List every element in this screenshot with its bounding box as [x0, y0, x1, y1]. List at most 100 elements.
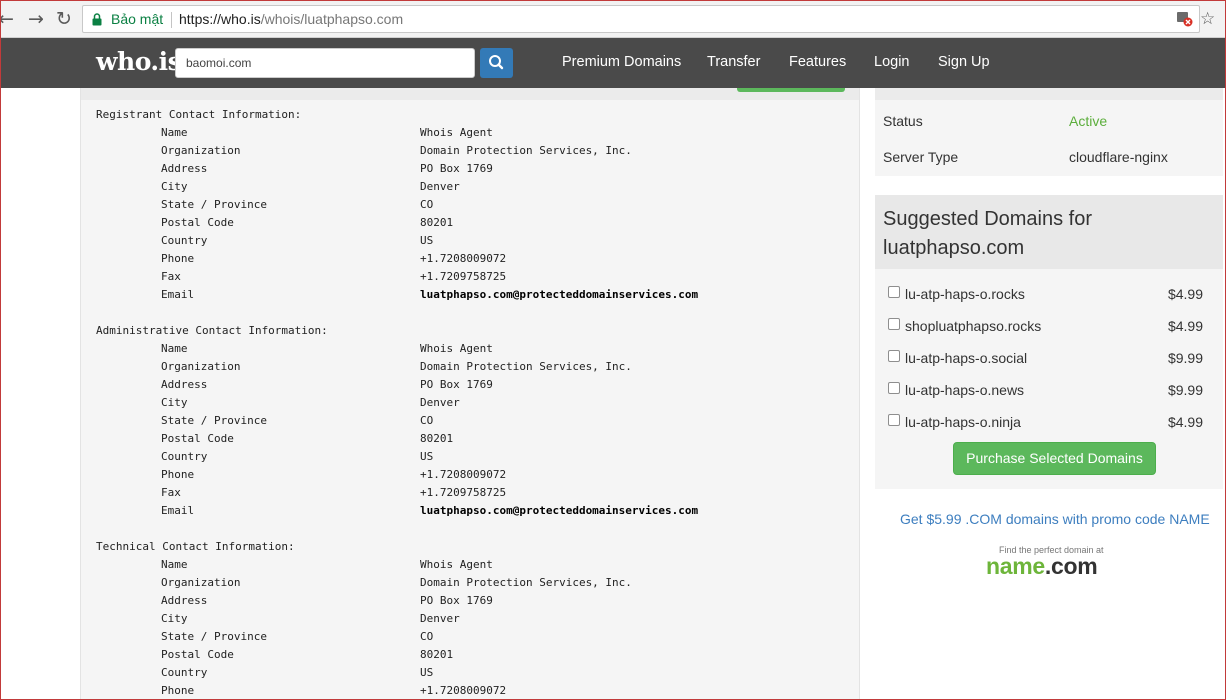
search-icon — [489, 55, 504, 70]
suggested-domain-item[interactable]: lu-atp-haps-o.social $9.99 — [887, 350, 1203, 370]
field-label: Postal Code — [161, 216, 234, 229]
nav-premium-domains[interactable]: Premium Domains — [562, 54, 681, 70]
technical-fields: Name Whois Agent Organization Domain Protec… — [96, 556, 632, 700]
bookmark-star-icon[interactable]: ☆ — [1200, 9, 1215, 29]
secure-label: Bảo mật — [111, 11, 164, 27]
status-value: Active — [1069, 113, 1108, 129]
whois-field-row: Organization Domain Protection Services, … — [96, 358, 632, 376]
purchase-selected-domains-button[interactable]: Purchase Selected Domains — [953, 442, 1156, 475]
domain-checkbox[interactable] — [888, 318, 900, 330]
address-bar[interactable]: Bảo mật https://who.is/whois/luatphapso.… — [82, 5, 1215, 33]
whois-field-row: State / Province CO — [96, 628, 433, 646]
field-label: City — [161, 180, 188, 193]
suggested-domains-title: Suggested Domains for luatphapso.com — [883, 205, 1203, 263]
suggested-domain-item[interactable]: lu-atp-haps-o.rocks $4.99 — [887, 286, 1203, 306]
url-path: /whois/luatphapso.com — [260, 11, 404, 27]
field-label: State / Province — [161, 630, 267, 643]
whois-field-row: Address PO Box 1769 — [96, 160, 493, 178]
forward-arrow-icon[interactable]: → — [24, 7, 48, 31]
registrant-fields: Name Whois Agent Organization Domain Protec… — [96, 124, 698, 304]
reload-icon[interactable]: ↻ — [52, 7, 76, 31]
whois-field-row: Name Whois Agent — [96, 340, 493, 358]
field-value: PO Box 1769 — [420, 378, 493, 391]
whois-field-row: Country US — [96, 232, 433, 250]
whois-field-row: Email luatphapso.com@protecteddomainservi… — [96, 502, 698, 520]
domain-search-input[interactable]: baomoi.com — [175, 48, 475, 78]
domain-price: $9.99 — [1167, 350, 1203, 366]
field-label: Email — [161, 288, 195, 301]
title-line-2: luatphapso.com — [883, 237, 1025, 259]
whois-field-row: Address PO Box 1769 — [96, 376, 493, 394]
suggested-domains-header: Suggested Domains for luatphapso.com — [875, 195, 1223, 269]
lock-icon — [92, 13, 102, 26]
domain-checkbox[interactable] — [888, 350, 900, 362]
field-value: PO Box 1769 — [420, 162, 493, 175]
namecom-logo-tld: .com — [1044, 553, 1098, 579]
whois-field-row: City Denver — [96, 610, 460, 628]
search-button[interactable] — [480, 48, 513, 78]
field-label: Phone — [161, 252, 195, 265]
suggested-domain-item[interactable]: shopluatphapso.rocks $4.99 — [887, 318, 1203, 338]
whois-field-row: Organization Domain Protection Services, … — [96, 574, 632, 592]
whois-field-row: Address PO Box 1769 — [96, 592, 493, 610]
domain-checkbox[interactable] — [888, 414, 900, 426]
field-value: Domain Protection Services, Inc. — [420, 144, 632, 157]
whois-record-panel: Registrant Contact Information: Name Whoi… — [80, 88, 860, 700]
promo-link[interactable]: Get $5.99 .COM domains with promo code N… — [900, 511, 1210, 527]
whois-field-row: State / Province CO — [96, 412, 433, 430]
blocked-popup-icon[interactable] — [1176, 10, 1193, 31]
field-value: 80201 — [420, 432, 454, 445]
url-host: https://who.is — [179, 11, 261, 27]
field-value: CO — [420, 630, 434, 643]
field-label: Organization — [161, 360, 241, 373]
section-title: Registrant Contact Information: — [96, 108, 302, 121]
who-is-logo[interactable]: who.is — [96, 47, 182, 76]
suggested-domain-item[interactable]: lu-atp-haps-o.news $9.99 — [887, 382, 1203, 402]
url-text[interactable]: https://who.is/whois/luatphapso.com — [179, 11, 403, 27]
field-label: Email — [161, 504, 195, 517]
field-label: Country — [161, 666, 208, 679]
field-label: Fax — [161, 486, 181, 499]
nav-transfer[interactable]: Transfer — [707, 54, 760, 70]
address-separator — [171, 12, 172, 28]
suggested-domains-box: Suggested Domains for luatphapso.com lu-… — [875, 195, 1223, 489]
field-value: 80201 — [420, 648, 454, 661]
browser-toolbar: ← → ↻ Bảo mật https://who.is/whois/luatp… — [0, 0, 1226, 38]
back-arrow-icon[interactable]: ← — [0, 7, 18, 31]
field-label: Address — [161, 594, 208, 607]
green-button-edge[interactable] — [737, 88, 845, 92]
domain-name: lu-atp-haps-o.ninja — [905, 414, 1021, 430]
field-value: +1.7209758725 — [420, 270, 507, 283]
field-value: +1.7209758725 — [420, 486, 507, 499]
whois-field-row: Postal Code 80201 — [96, 430, 453, 448]
whois-field-row: Country US — [96, 448, 433, 466]
field-label: Organization — [161, 576, 241, 589]
info-top-bar — [875, 88, 1223, 100]
whois-field-row: Phone +1.7208009072 — [96, 250, 506, 268]
whois-field-row: Postal Code 80201 — [96, 646, 453, 664]
whois-field-row: Name Whois Agent — [96, 124, 493, 142]
field-label: Postal Code — [161, 432, 234, 445]
nav-login[interactable]: Login — [874, 54, 909, 70]
field-value: 80201 — [420, 216, 454, 229]
field-value: CO — [420, 414, 434, 427]
field-label: Country — [161, 234, 208, 247]
field-label: Name — [161, 342, 188, 355]
domain-checkbox[interactable] — [888, 382, 900, 394]
field-value: Whois Agent — [420, 558, 493, 571]
domain-name: lu-atp-haps-o.rocks — [905, 286, 1025, 302]
field-value: Domain Protection Services, Inc. — [420, 360, 632, 373]
domain-checkbox[interactable] — [888, 286, 900, 298]
field-label: Address — [161, 378, 208, 391]
domain-price: $4.99 — [1167, 286, 1203, 302]
namecom-logo[interactable]: name.com — [986, 553, 1098, 580]
suggested-domain-item[interactable]: lu-atp-haps-o.ninja $4.99 — [887, 414, 1203, 434]
field-label: State / Province — [161, 414, 267, 427]
field-value: Whois Agent — [420, 342, 493, 355]
field-label: City — [161, 612, 188, 625]
field-value: Domain Protection Services, Inc. — [420, 576, 632, 589]
domain-price: $4.99 — [1167, 414, 1203, 430]
nav-features[interactable]: Features — [789, 54, 846, 70]
nav-sign-up[interactable]: Sign Up — [938, 54, 990, 70]
